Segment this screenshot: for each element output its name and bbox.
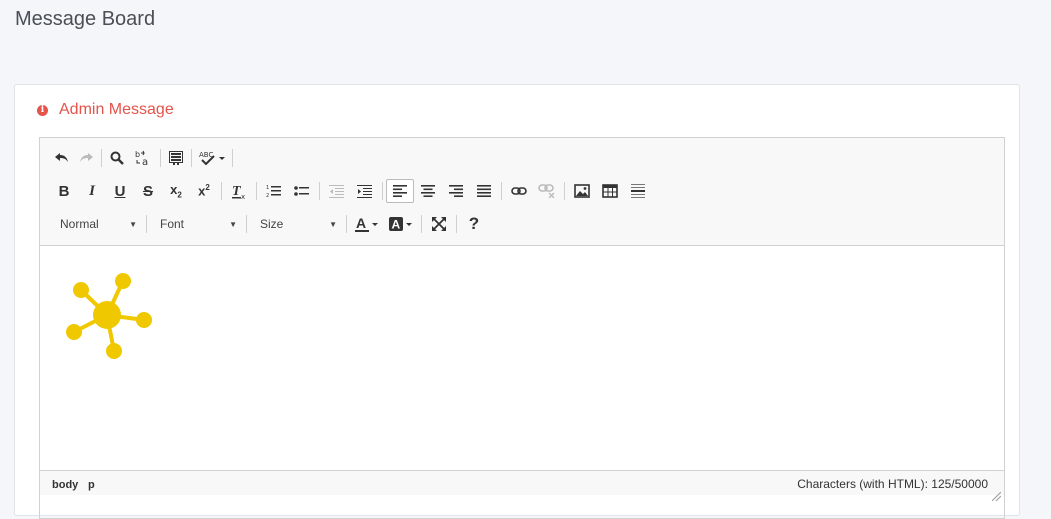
admin-message-panel: i Admin Message ba ABC B I U S x2 x2 T x…	[14, 84, 1020, 519]
increase-indent-icon[interactable]	[351, 179, 379, 203]
maximize-icon[interactable]	[425, 212, 453, 236]
bulleted-list-icon[interactable]	[288, 179, 316, 203]
resize-handle-icon[interactable]	[992, 492, 1001, 501]
toolbar-separator	[221, 182, 222, 200]
svg-text:b: b	[135, 150, 140, 159]
info-icon: i	[37, 104, 48, 116]
toolbar-separator	[256, 182, 257, 200]
numbered-list-icon[interactable]: 12	[260, 179, 288, 203]
select-all-icon[interactable]	[164, 146, 188, 170]
toolbar-separator	[346, 215, 347, 233]
toolbar-separator	[421, 215, 422, 233]
toolbar-separator	[232, 149, 233, 167]
redo-icon[interactable]	[74, 146, 98, 170]
align-right-icon[interactable]	[442, 179, 470, 203]
horizontal-line-icon[interactable]	[624, 179, 652, 203]
unlink-icon[interactable]	[533, 179, 561, 203]
image-icon[interactable]	[568, 179, 596, 203]
toolbar-separator	[456, 215, 457, 233]
strikethrough-icon[interactable]: S	[134, 179, 162, 203]
svg-text:a: a	[142, 157, 148, 167]
remove-format-icon[interactable]: Tx	[225, 179, 253, 203]
toolbar-row-1: ba ABC	[50, 146, 236, 170]
decrease-indent-icon[interactable]	[323, 179, 351, 203]
undo-icon[interactable]	[50, 146, 74, 170]
align-center-icon[interactable]	[414, 179, 442, 203]
format-dropdown[interactable]: Normal ▼	[50, 212, 143, 236]
panel-header: i Admin Message	[37, 101, 174, 119]
background-color-icon[interactable]: A	[384, 212, 418, 236]
toolbar-separator	[382, 182, 383, 200]
bold-icon[interactable]: B	[50, 179, 78, 203]
spell-check-icon[interactable]: ABC	[195, 146, 229, 170]
justify-icon[interactable]	[470, 179, 498, 203]
editor-toolbar: ba ABC B I U S x2 x2 T x 1 2 Normal ▼ Fo…	[40, 138, 1004, 246]
toolbar-separator	[146, 215, 147, 233]
chevron-down-icon: ▼	[329, 219, 337, 229]
editor-content-area[interactable]	[40, 246, 1004, 470]
replace-icon[interactable]: ba	[129, 146, 157, 170]
superscript-icon[interactable]: x2	[190, 179, 218, 203]
panel-title: Admin Message	[59, 101, 174, 118]
path-crumb-body[interactable]: body	[52, 479, 78, 491]
font-dropdown-value: Font	[160, 217, 185, 231]
size-dropdown-value: Size	[260, 217, 284, 231]
toolbar-row-2: B I U S x2 x2 Tx 12	[50, 179, 652, 203]
toolbar-separator	[191, 149, 192, 167]
link-icon[interactable]	[505, 179, 533, 203]
page-title: Message Board	[15, 8, 156, 30]
rich-text-editor: ba ABC B I U S x2 x2 T x 1 2 Normal ▼ Fo…	[39, 137, 1005, 519]
table-icon[interactable]	[596, 179, 624, 203]
text-color-icon[interactable]: A	[350, 212, 384, 236]
size-dropdown[interactable]: Size ▼	[250, 212, 343, 236]
svg-text:A: A	[356, 216, 366, 231]
svg-text:2: 2	[266, 193, 269, 198]
toolbar-separator	[160, 149, 161, 167]
toolbar-separator	[246, 215, 247, 233]
help-icon[interactable]: ?	[460, 212, 488, 236]
svg-text:A: A	[392, 218, 401, 232]
path-crumb-p[interactable]: p	[88, 479, 95, 491]
toolbar-separator	[101, 149, 102, 167]
find-icon[interactable]	[105, 146, 129, 170]
subscript-icon[interactable]: x2	[162, 179, 190, 203]
toolbar-row-3: Normal ▼ Font ▼ Size ▼ A A ?	[50, 212, 488, 236]
chevron-down-icon: ▼	[129, 219, 137, 229]
svg-text:x: x	[241, 193, 245, 199]
toolbar-separator	[501, 182, 502, 200]
toolbar-separator	[564, 182, 565, 200]
editor-statusbar: body p Characters (with HTML): 125/50000	[40, 470, 1004, 501]
character-count: Characters (with HTML): 125/50000	[797, 477, 988, 491]
svg-text:1: 1	[266, 185, 269, 191]
chevron-down-icon: ▼	[229, 219, 237, 229]
format-dropdown-value: Normal	[60, 217, 99, 231]
molecule-logo-image	[66, 273, 152, 359]
italic-icon[interactable]: I	[78, 179, 106, 203]
underline-icon[interactable]: U	[106, 179, 134, 203]
toolbar-separator	[319, 182, 320, 200]
font-dropdown[interactable]: Font ▼	[150, 212, 243, 236]
align-left-icon[interactable]	[386, 179, 414, 203]
